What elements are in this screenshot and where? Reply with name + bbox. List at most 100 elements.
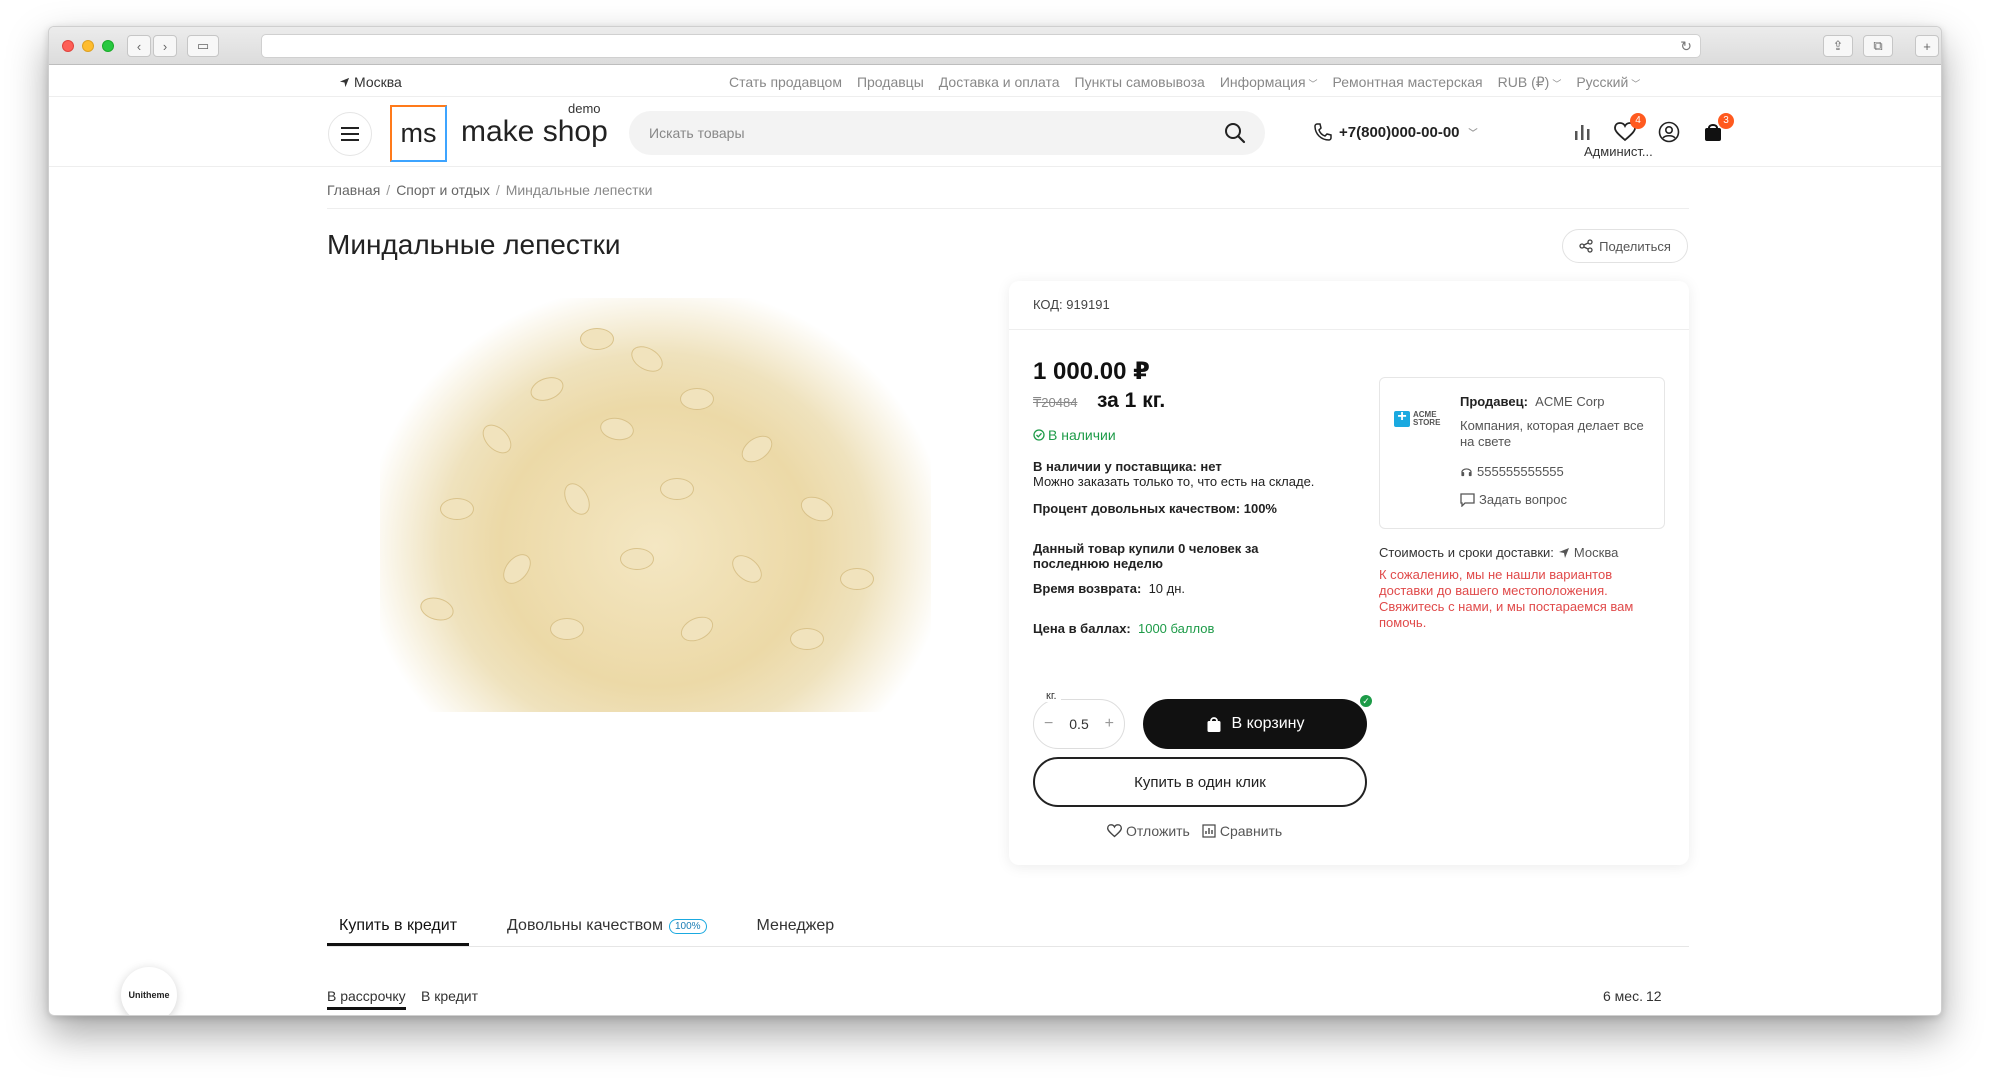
check-circle-icon	[1033, 429, 1045, 441]
seller-logo[interactable]: ACME STORE	[1394, 408, 1446, 430]
buy-card: КОД: 919191 1 000.00 ₽ ₸20484 за 1 кг. В…	[1009, 281, 1689, 865]
breadcrumb-home[interactable]: Главная	[327, 182, 380, 198]
menu-icon	[341, 127, 359, 129]
quantity-stepper: кг. − 0.5 +	[1033, 690, 1125, 749]
account-label[interactable]: Админист...	[1584, 144, 1653, 159]
address-bar[interactable]: ↻	[261, 34, 1701, 58]
stock-label: В наличии	[1048, 427, 1116, 443]
info-label: Информация	[1219, 74, 1306, 90]
seller-logo-text: ACME STORE	[1413, 410, 1441, 427]
stock-status: В наличии	[1033, 427, 1116, 443]
share-button[interactable]: Поделиться	[1562, 229, 1688, 263]
quality-badge: 100%	[668, 919, 707, 934]
tab-credit[interactable]: Купить в кредит	[327, 913, 470, 946]
delivery-warning: К сожалению, мы не нашли вариантов доста…	[1379, 567, 1634, 630]
period-12-months[interactable]: 12 мес.	[1646, 985, 1689, 1015]
headset-icon	[1461, 468, 1472, 477]
code-value: 919191	[1066, 297, 1110, 312]
product-tabs: Купить в кредит Довольны качеством 100% М…	[327, 913, 1689, 947]
bag-icon	[1207, 717, 1221, 732]
link-information[interactable]: Информация ﹀	[1220, 74, 1318, 91]
defer-button[interactable]: Отложить	[1107, 823, 1190, 839]
link-delivery-payment[interactable]: Доставка и оплата	[939, 74, 1060, 91]
menu-button[interactable]	[328, 112, 372, 156]
subtab-credit[interactable]: В кредит	[421, 985, 478, 1007]
tab-manager[interactable]: Менеджер	[745, 913, 847, 946]
old-price: ₸20484	[1033, 395, 1078, 410]
product-code: КОД: 919191	[1033, 297, 1110, 312]
sidebar-toggle-icon[interactable]: ▭	[187, 35, 219, 57]
zoom-window-button[interactable]	[102, 40, 114, 52]
search-input[interactable]: Искать товары	[629, 111, 1265, 155]
currency-label: RUB (₽)	[1497, 74, 1550, 90]
chevron-down-icon: ﹀	[1468, 127, 1478, 138]
quantity-unit: кг.	[1042, 690, 1061, 702]
logo-demo-tag: demo	[568, 101, 601, 116]
phone-selector[interactable]: +7(800)000-00-00 ﹀	[1313, 122, 1478, 142]
currency-selector[interactable]: RUB (₽) ﹀	[1498, 74, 1562, 91]
unit-price: за 1 кг.	[1097, 389, 1166, 412]
seller-card: ACME STORE Продавец: ACME Corp Компания,…	[1379, 377, 1665, 529]
wishlist-icon[interactable]: 4	[1612, 113, 1646, 145]
tab-quality[interactable]: Довольны качеством 100%	[495, 913, 719, 946]
compare-button[interactable]: Сравнить	[1202, 823, 1282, 839]
product-image[interactable]	[380, 298, 931, 712]
breadcrumb-category[interactable]: Спорт и отдых	[396, 182, 490, 198]
breadcrumb-separator: /	[386, 182, 391, 198]
quantity-input[interactable]: 0.5	[1069, 716, 1088, 732]
seller-phone[interactable]: 555555555555	[1460, 464, 1564, 479]
phone-number: +7(800)000-00-00	[1339, 123, 1460, 141]
logo-mark[interactable]: ms	[390, 105, 447, 162]
plus-icon[interactable]: +	[1105, 715, 1114, 733]
search-icon[interactable]	[1223, 121, 1247, 145]
share-label: Поделиться	[1599, 238, 1671, 254]
cart-badge: 3	[1718, 113, 1734, 129]
share-browser-icon[interactable]: ⇪	[1823, 35, 1853, 57]
minus-icon[interactable]: −	[1044, 715, 1053, 733]
chevron-down-icon: ﹀	[1308, 79, 1318, 89]
satisfaction-info: Процент довольных качеством: 100%	[1033, 501, 1277, 516]
subtab-installment[interactable]: В рассрочку	[327, 985, 406, 1010]
delivery-info: Стоимость и сроки доставки: Москва	[1379, 545, 1618, 560]
forward-icon[interactable]: ›	[153, 35, 177, 57]
language-selector[interactable]: Русский ﹀	[1576, 74, 1640, 91]
seller-description: Компания, которая делает все на свете	[1460, 418, 1644, 449]
page-title: Миндальные лепестки	[327, 229, 621, 260]
add-to-cart-button[interactable]: В корзину	[1143, 699, 1367, 749]
ask-question-button[interactable]: Задать вопрос	[1460, 492, 1567, 507]
plus-logo-icon	[1394, 408, 1410, 427]
new-tab-icon[interactable]: +	[1915, 35, 1939, 57]
phone-icon	[1314, 123, 1332, 141]
link-sellers[interactable]: Продавцы	[857, 74, 924, 91]
close-window-button[interactable]	[62, 40, 74, 52]
link-pickup-points[interactable]: Пункты самовывоза	[1075, 74, 1205, 91]
reload-icon[interactable]: ↻	[1680, 38, 1692, 55]
tab-credit-label: Купить в кредит	[339, 917, 458, 934]
period-6-months[interactable]: 6 мес.	[1603, 985, 1643, 1007]
logo-text[interactable]: make shop	[461, 115, 608, 149]
link-repair-shop[interactable]: Ремонтная мастерская	[1333, 74, 1483, 91]
seller-name[interactable]: ACME Corp	[1535, 394, 1604, 409]
chat-icon	[1460, 492, 1475, 507]
browser-window: ‹ › ▭ ↻ ⇪ ⧉ + Москва Стать продавцом Про…	[48, 26, 1942, 1016]
share-icon	[1579, 239, 1593, 253]
utility-links: Стать продавцом Продавцы Доставка и опла…	[729, 74, 1640, 91]
return-value: 10 дн.	[1148, 581, 1186, 596]
account-icon[interactable]	[1656, 119, 1682, 145]
tabs-overview-icon[interactable]: ⧉	[1863, 35, 1893, 57]
delivery-city[interactable]: Москва	[1574, 545, 1618, 560]
back-icon[interactable]: ‹	[127, 35, 151, 57]
cart-icon[interactable]: 3	[1700, 113, 1734, 145]
buy-one-click-button[interactable]: Купить в один клик	[1033, 757, 1367, 807]
seller-phone-number: 555555555555	[1477, 464, 1564, 479]
supplier-label: В наличии у поставщика:	[1033, 459, 1197, 474]
city-selector[interactable]: Москва	[339, 74, 402, 90]
chevron-down-icon: ﹀	[1552, 79, 1562, 89]
unitheme-widget-button[interactable]: Unitheme	[121, 967, 177, 1015]
ask-question-label: Задать вопрос	[1479, 492, 1567, 507]
city-label: Москва	[354, 74, 402, 90]
minimize-window-button[interactable]	[82, 40, 94, 52]
link-become-seller[interactable]: Стать продавцом	[729, 74, 842, 91]
satisfaction-label: Процент довольных качеством:	[1033, 501, 1241, 516]
compare-icon[interactable]	[1569, 119, 1595, 145]
